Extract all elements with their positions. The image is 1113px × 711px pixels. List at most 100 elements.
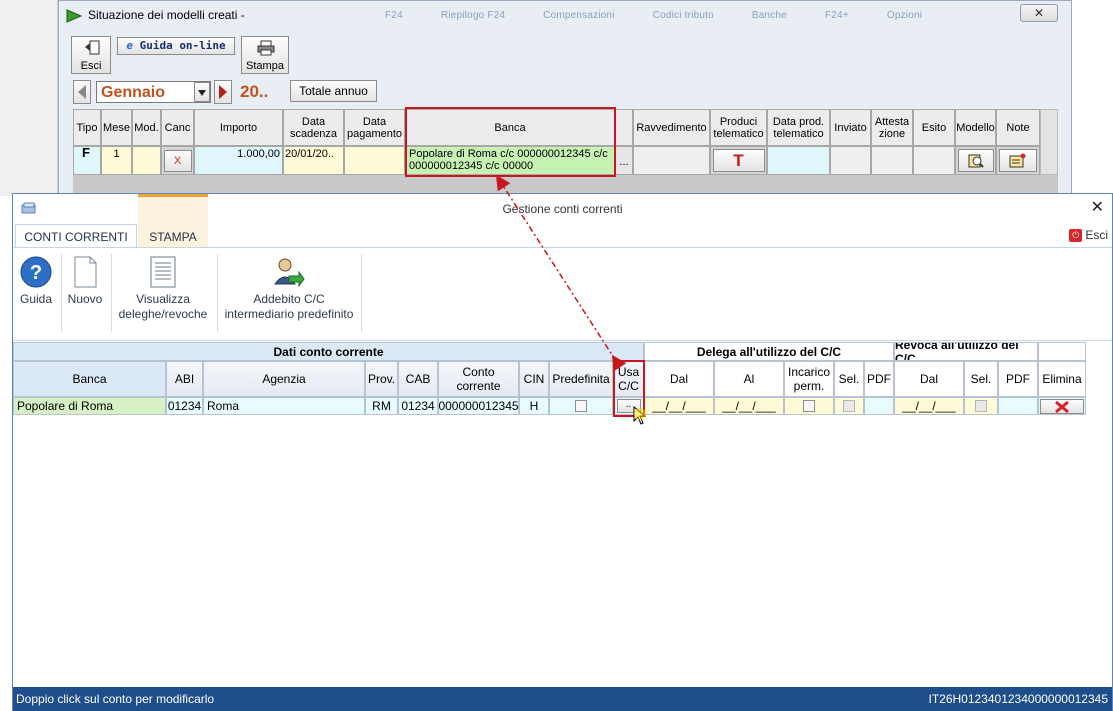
note-button[interactable]	[999, 149, 1037, 172]
col-data-scadenza: Data scadenza	[283, 109, 344, 146]
magnifier-doc-icon	[968, 154, 984, 168]
status-iban: IT26H0123401234000000012345	[928, 692, 1108, 706]
ribbon-addebito-label-1: Addebito C/C	[253, 292, 325, 306]
cell-predefinita[interactable]	[549, 397, 613, 415]
hdr-banca: Banca	[13, 361, 166, 397]
view-model-button[interactable]	[957, 149, 994, 172]
cell-cab[interactable]: 01234	[398, 397, 438, 415]
month-select[interactable]: Gennaio	[96, 81, 211, 103]
gestione-conti-correnti-window: Gestione conti correnti ✕ CONTI CORRENTI…	[12, 193, 1113, 711]
delega-sel-checkbox[interactable]	[843, 400, 855, 412]
cell-revoca-pdf[interactable]	[998, 397, 1038, 415]
ribbon-visualizza-button[interactable]: Visualizza deleghe/revoche	[115, 256, 211, 321]
front-close-button[interactable]: ✕	[1091, 197, 1104, 217]
cell-prov[interactable]: RM	[365, 397, 398, 415]
cell-delega-dal[interactable]: __/__/___	[644, 397, 714, 415]
background-close-button[interactable]: ✕	[1020, 4, 1058, 22]
hdr-prov: Prov.	[365, 361, 398, 397]
ribbon-nuovo-button[interactable]: Nuovo	[65, 256, 105, 306]
tab-conti-correnti[interactable]: CONTI CORRENTI	[15, 224, 137, 248]
cell-incarico[interactable]	[784, 397, 834, 415]
year-label: 20..	[240, 82, 269, 101]
predefinita-checkbox[interactable]	[575, 400, 587, 412]
delete-account-button[interactable]	[1040, 398, 1084, 414]
hdr-delega-dal: Dal	[644, 361, 714, 397]
cell-agenzia[interactable]: Roma	[203, 397, 365, 415]
hdr-revoca-sel: Sel.	[964, 361, 998, 397]
ribbon-guida-label: Guida	[19, 292, 53, 306]
ghost-menu-item: Banche	[751, 10, 787, 21]
ghost-menu-item: Opzioni	[886, 10, 923, 21]
ribbon-visualizza-label-1: Visualizza	[136, 292, 190, 306]
list-document-icon	[150, 256, 176, 288]
app-play-icon	[66, 9, 82, 23]
row-ravvedimento	[633, 146, 710, 175]
background-window-title: Situazione dei modelli creati -	[88, 8, 245, 22]
hdr-conto-l2: corrente	[456, 379, 501, 393]
delete-row-button[interactable]: X	[163, 150, 192, 172]
revoca-sel-checkbox[interactable]	[975, 400, 987, 412]
guide-online-button[interactable]: e Guida on-line	[117, 37, 235, 55]
col-data-prod-telematico: Data prod. telematico	[767, 109, 830, 146]
cell-elimina[interactable]	[1038, 397, 1086, 415]
delete-x-icon	[1055, 400, 1069, 413]
cell-revoca-dal[interactable]: __/__/___	[894, 397, 964, 415]
col-canc: Canc	[161, 109, 194, 146]
cell-revoca-sel[interactable]	[964, 397, 998, 415]
group-dati-conto: Dati conto corrente	[13, 342, 644, 361]
exit-button-label: Esci	[80, 60, 102, 72]
produce-telematic-button[interactable]: T	[712, 149, 765, 172]
cell-delega-pdf[interactable]	[864, 397, 894, 415]
hdr-predefinita: Predefinita	[549, 361, 613, 397]
row-mese: 1	[101, 146, 132, 175]
svg-text:?: ?	[30, 262, 42, 284]
guide-online-label: Guida on-line	[139, 39, 226, 52]
col-note: Note	[996, 109, 1040, 146]
ribbon-addebito-button[interactable]: Addebito C/C intermediario predefinito	[221, 256, 357, 321]
exit-door-icon	[85, 40, 100, 55]
row-modello[interactable]	[955, 146, 996, 175]
col-blank	[615, 109, 633, 146]
row-data-scadenza: 20/01/20..	[283, 146, 344, 175]
row-mod	[132, 146, 161, 175]
ribbon: ? Guida Nuovo Visualizza deleghe/revoche	[13, 247, 1112, 341]
ghost-menu-item: F24	[385, 10, 403, 21]
col-mese: Mese	[101, 109, 132, 146]
tab-stampa[interactable]: STAMPA	[138, 194, 208, 247]
cell-delega-sel[interactable]	[834, 397, 864, 415]
row-banca-ellipsis-button[interactable]: ...	[615, 146, 633, 175]
cell-abi[interactable]: 01234	[166, 397, 203, 415]
cell-cin[interactable]: H	[519, 397, 549, 415]
chevron-down-icon	[198, 90, 206, 96]
hdr-revoca-pdf: PDF	[998, 361, 1038, 397]
prev-month-button[interactable]	[73, 80, 91, 104]
incarico-checkbox[interactable]	[803, 400, 815, 412]
ghost-menu: F24 Riepilogo F24 Compensazioni Codici t…	[290, 10, 922, 21]
col-data-pagamento: Data pagamento	[344, 109, 405, 146]
hdr-delega-al: Al	[714, 361, 784, 397]
ribbon-guida-button[interactable]: ? Guida	[17, 256, 55, 306]
next-month-button[interactable]	[214, 80, 232, 104]
cell-delega-al[interactable]: __/__/___	[714, 397, 784, 415]
hdr-incarico-perm: Incarico perm.	[784, 361, 834, 397]
help-icon: ?	[20, 256, 52, 288]
cell-conto[interactable]: 000000012345	[438, 397, 519, 415]
month-dropdown-button[interactable]	[194, 82, 210, 102]
cell-banca[interactable]: Popolare di Roma	[13, 397, 166, 415]
hdr-revoca-dal: Dal	[894, 361, 964, 397]
ghost-menu-item: Compensazioni	[543, 10, 615, 21]
print-button[interactable]: Stampa	[241, 36, 289, 74]
row-note[interactable]	[996, 146, 1040, 175]
exit-button[interactable]: Esci	[71, 36, 111, 74]
row-canc[interactable]: X	[161, 146, 194, 175]
row-importo: 1.000,00	[194, 146, 283, 175]
hdr-incarico-l2: perm.	[793, 379, 825, 393]
ghost-menu-item: F24+	[824, 10, 849, 21]
annual-total-button[interactable]: Totale annuo	[290, 80, 377, 102]
printer-icon	[257, 40, 275, 56]
hdr-conto-corrente: Conto corrente	[438, 361, 519, 397]
ribbon-separator	[61, 254, 62, 332]
row-inviato	[830, 146, 871, 175]
ribbon-exit-button[interactable]: ⏻ Esci	[1069, 228, 1108, 242]
row-produci[interactable]: T	[710, 146, 767, 175]
